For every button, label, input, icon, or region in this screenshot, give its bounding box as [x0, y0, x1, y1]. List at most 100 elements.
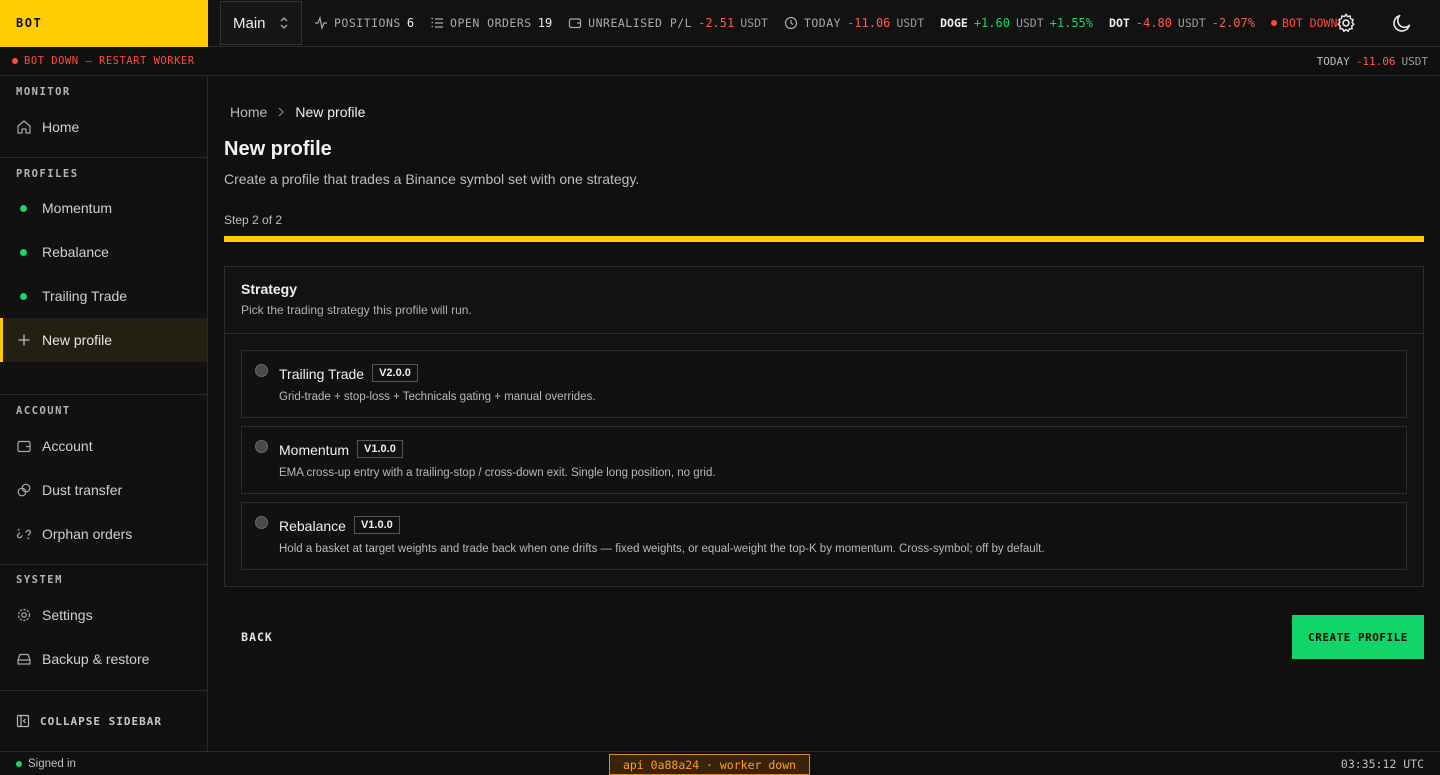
create-profile-button[interactable]: CREATE PROFILE — [1292, 615, 1424, 659]
status-dot — [20, 248, 27, 256]
moon-icon — [1393, 14, 1411, 32]
main-content: Home New profile New profile Create a pr… — [208, 76, 1440, 751]
sidebar-item-account[interactable]: Account — [0, 424, 207, 468]
sidebar: MONITOR Home PROFILES Momentum Rebalance… — [0, 76, 208, 751]
clock-icon — [784, 16, 798, 30]
sidebar-item-label: New profile — [42, 332, 113, 348]
sidebar-item-momentum[interactable]: Momentum — [0, 186, 207, 230]
utc-clock: 03:35:12 UTC — [1340, 756, 1424, 771]
activity-icon — [315, 16, 327, 30]
open-orders-label: OPEN ORDERS — [450, 16, 532, 30]
status-dot — [1270, 20, 1277, 26]
today-value: -11.06 — [847, 16, 891, 30]
strategy-option-trailing-trade[interactable]: Trailing Trade V2.0.0 Grid-trade + stop-… — [241, 350, 1407, 418]
today-label: TODAY — [803, 16, 842, 30]
step-progress-bar — [224, 236, 1424, 242]
gear-icon — [17, 608, 31, 622]
strategy-name: Trailing Trade — [279, 366, 365, 382]
hard-drive-icon — [17, 653, 31, 665]
dot-value: -4.80 — [1135, 16, 1172, 30]
stat-today[interactable]: TODAY -11.06 USDT — [784, 16, 924, 30]
unrealised-unit: USDT — [740, 16, 768, 30]
positions-label: POSITIONS — [334, 16, 401, 30]
divider — [0, 564, 207, 565]
plus-icon — [18, 334, 30, 346]
sidebar-item-label: Trailing Trade — [42, 288, 128, 304]
dot-pct: -2.07% — [1211, 16, 1255, 30]
sidebar-item-new-profile[interactable]: New profile — [0, 318, 207, 362]
sidebar-item-dust-transfer[interactable]: Dust transfer — [0, 468, 207, 512]
sidebar-item-label: Account — [42, 438, 93, 454]
divider — [0, 394, 207, 395]
chevron-updown-icon — [280, 17, 288, 29]
strategy-option-rebalance[interactable]: Rebalance V1.0.0 Hold a basket at target… — [241, 502, 1407, 570]
status-dot — [20, 292, 27, 300]
dot-unit: USDT — [1177, 16, 1206, 30]
sidebar-item-label: Momentum — [42, 200, 113, 216]
doge-unit: USDT — [1015, 16, 1044, 30]
divider — [0, 157, 207, 158]
signed-in-label: Signed in — [28, 757, 76, 770]
strategy-radio[interactable] — [255, 440, 268, 453]
breadcrumb-home[interactable]: Home — [230, 104, 267, 120]
strategy-card-subtitle: Pick the trading strategy this profile w… — [241, 303, 472, 317]
strategy-name: Momentum — [279, 442, 350, 458]
collapse-sidebar-button[interactable]: COLLAPSE SIDEBAR — [0, 690, 207, 751]
doge-pct: +1.55% — [1049, 16, 1094, 30]
sidebar-item-backup-restore[interactable]: Backup & restore — [0, 637, 207, 681]
sidebar-item-orphan-orders[interactable]: Orphan orders — [0, 512, 207, 556]
home-icon — [17, 120, 31, 134]
page-subtitle: Create a profile that trades a Binance s… — [224, 171, 640, 187]
signed-in-status: Signed in — [16, 758, 76, 770]
bot-status-badge[interactable]: BOT DOWN — [1270, 16, 1337, 30]
wallet-icon — [569, 18, 582, 29]
strategy-name: Rebalance — [279, 518, 346, 534]
back-button[interactable]: BACK — [224, 615, 290, 659]
status-dot — [16, 760, 22, 767]
sidebar-item-home[interactable]: Home — [0, 105, 207, 149]
strategy-description: Grid-trade + stop-loss + Technicals gati… — [279, 391, 596, 403]
stat-positions[interactable]: POSITIONS 6 — [314, 16, 414, 30]
sidebar-item-label: Rebalance — [42, 244, 109, 260]
api-worker-badge[interactable]: api 0a88a24 · worker down — [609, 754, 810, 775]
strategy-option-momentum[interactable]: Momentum V1.0.0 EMA cross-up entry with … — [241, 426, 1407, 494]
section-monitor: MONITOR — [16, 86, 71, 98]
strategy-card-header: Strategy Pick the trading strategy this … — [225, 267, 1423, 334]
sidebar-item-label: Dust transfer — [42, 482, 123, 498]
breadcrumb: Home New profile — [230, 104, 365, 120]
stat-doge[interactable]: DOGE +1.60 USDT +1.55% — [940, 16, 1093, 30]
today-summary: TODAY -11.06 USDT — [1317, 55, 1428, 68]
today-unit: USDT — [896, 16, 925, 30]
wallet-icon — [17, 440, 31, 453]
alert-message: BOT DOWN — RESTART WORKER — [24, 55, 195, 67]
strategy-radio[interactable] — [255, 364, 268, 377]
brand-logo[interactable]: BOT — [0, 0, 208, 47]
settings-button[interactable] — [1335, 12, 1357, 34]
restart-worker-alert[interactable]: BOT DOWN — RESTART WORKER — [12, 55, 195, 67]
gear-icon — [1337, 13, 1355, 32]
sidebar-item-settings[interactable]: Settings — [0, 593, 207, 637]
sidebar-item-rebalance[interactable]: Rebalance — [0, 230, 207, 274]
unrealised-value: -2.51 — [698, 16, 735, 30]
section-system: SYSTEM — [16, 574, 63, 586]
today-summary-unit: USDT — [1401, 54, 1429, 68]
dot-symbol: DOT — [1109, 16, 1130, 30]
stat-dot[interactable]: DOT -4.80 USDT -2.07% — [1109, 16, 1255, 30]
coins-icon — [17, 483, 31, 497]
sidebar-item-trailing-trade[interactable]: Trailing Trade — [0, 274, 207, 318]
step-progress-fill — [224, 236, 1424, 242]
strategy-description: Hold a basket at target weights and trad… — [279, 543, 1045, 555]
account-selector[interactable]: Main — [220, 1, 302, 45]
strategy-description: EMA cross-up entry with a trailing-stop … — [279, 467, 716, 479]
theme-toggle[interactable] — [1391, 12, 1413, 34]
sidebar-item-label: Orphan orders — [42, 526, 133, 542]
sidebar-item-label: Settings — [42, 607, 93, 623]
version-badge: V1.0.0 — [357, 440, 403, 458]
page-title: New profile — [224, 138, 332, 160]
stat-unrealised[interactable]: UNREALISED P/L -2.51 USDT — [568, 16, 768, 30]
strategy-card-title: Strategy — [241, 281, 298, 297]
section-profiles: PROFILES — [16, 168, 79, 180]
strategy-radio[interactable] — [255, 516, 268, 529]
broken-link-icon — [16, 528, 32, 540]
stat-open-orders[interactable]: OPEN ORDERS 19 — [430, 16, 552, 30]
